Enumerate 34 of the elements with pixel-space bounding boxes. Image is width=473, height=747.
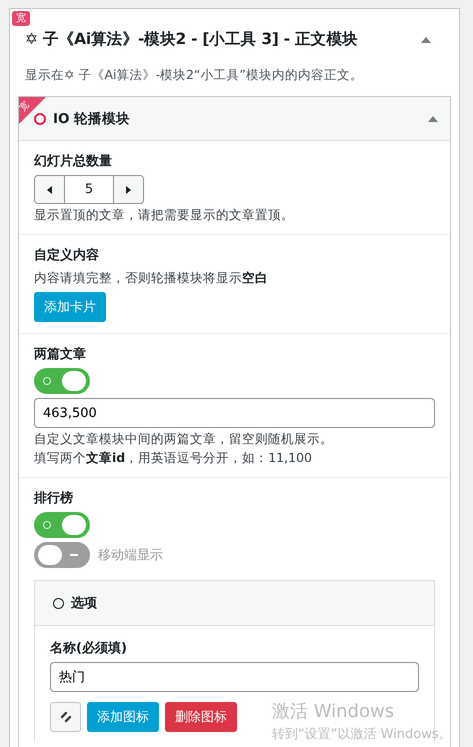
delete-icon-button[interactable]: 删除图标	[165, 702, 237, 732]
icon-picker-button[interactable]	[50, 702, 81, 732]
increment-button[interactable]	[114, 176, 143, 203]
module-header[interactable]: 宽 IO 轮播模块	[19, 97, 450, 141]
ring-icon	[53, 598, 64, 608]
toggle-switch[interactable]	[34, 542, 90, 568]
activation-text: 转到“设置”以激活 Windows。	[272, 727, 452, 743]
module-title: IO 轮播模块	[53, 110, 132, 128]
slash-icon	[60, 711, 72, 723]
options-header[interactable]: 选项	[35, 581, 434, 626]
help-text: 填写两个文章id，用英语逗号分开，如：11,100	[34, 449, 313, 466]
field-label: 自定义内容	[34, 246, 100, 264]
field-label: 排行榜	[34, 490, 74, 507]
field-label: 两篇文章	[34, 346, 87, 363]
help-text: 显示置顶的文章，请把需要显示的文章置顶。	[34, 206, 295, 223]
activation-title: 激活 Windows	[272, 702, 396, 722]
toggle-switch[interactable]	[34, 512, 90, 538]
decrement-button[interactable]	[35, 176, 64, 203]
corner-badge: 宽	[19, 97, 46, 124]
help-text: 自定义文章模块中间的两篇文章，留空则随机展示。	[34, 430, 334, 447]
collapse-arrow-icon[interactable]	[421, 36, 431, 42]
text-field[interactable]: 463,500	[34, 398, 435, 428]
toggle-switch[interactable]	[34, 368, 90, 394]
help-text: 内容请填完整，否则轮播模块将显示空白	[34, 269, 269, 286]
panel-description: 显示在✡ 子《Ai算法》-模块2“小工具”模块内的内容正文。	[24, 66, 364, 84]
wide-badge: 宽	[12, 11, 30, 26]
options-title: 选项	[71, 595, 97, 612]
field-label: 名称(必须填)	[50, 640, 128, 657]
field-label: 幻灯片总数量	[34, 153, 113, 170]
collapse-arrow-icon[interactable]	[428, 116, 438, 122]
name-field[interactable]: 热门	[50, 662, 419, 692]
panel-title: ✡ 子《Ai算法》-模块2 - [小工具 3] - 正文模块	[25, 29, 358, 50]
switch-label: 移动端显示	[98, 547, 163, 564]
ring-icon	[34, 112, 46, 124]
